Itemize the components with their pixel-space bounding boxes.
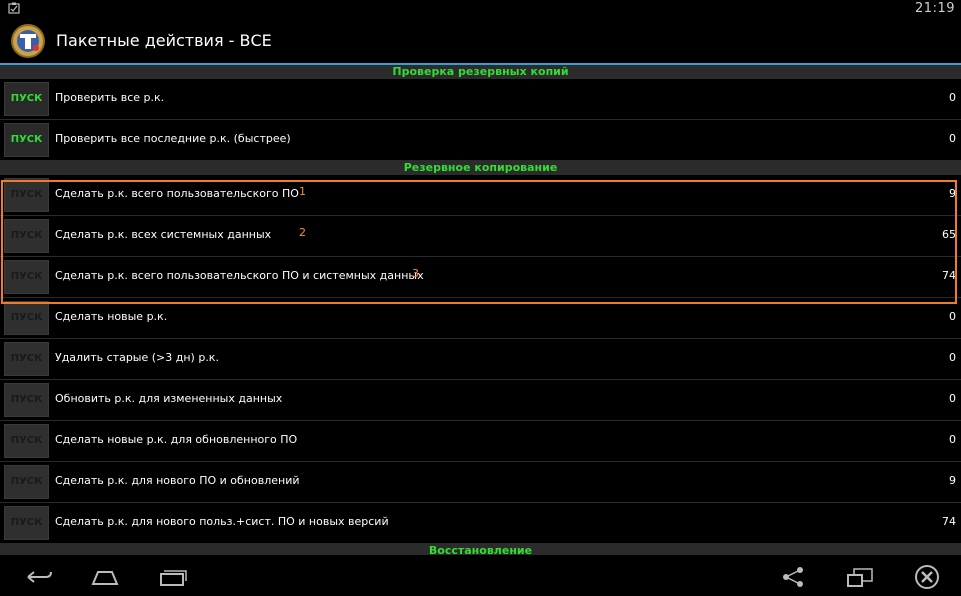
item-count: 0 <box>949 433 956 446</box>
annotation-number: 2 <box>299 226 306 239</box>
app-logo-icon[interactable] <box>10 23 46 59</box>
item-label: Сделать р.к. всего пользовательского ПО <box>55 187 299 200</box>
batch-actions-list[interactable]: Проверка резервных копий ПУСК Проверить … <box>0 65 961 555</box>
item-label: Сделать новые р.к. <box>55 310 168 323</box>
action-bar: Пакетные действия - ВСЕ <box>0 18 961 65</box>
list-item[interactable]: ПУСК Проверить все последние р.к. (быстр… <box>0 120 961 161</box>
list-item[interactable]: ПУСК Сделать р.к. всего пользовательског… <box>0 257 961 298</box>
list-item[interactable]: ПУСК Проверить все р.к. 0 <box>0 79 961 120</box>
item-label: Сделать р.к. всего пользовательского ПО … <box>55 269 424 282</box>
item-count: 74 <box>942 515 956 528</box>
list-item[interactable]: ПУСК Сделать новые р.к. для обновленного… <box>0 421 961 462</box>
section-header-verify: Проверка резервных копий <box>0 65 961 79</box>
item-count: 0 <box>949 91 956 104</box>
run-button[interactable]: ПУСК <box>4 301 49 335</box>
item-count: 65 <box>942 228 956 241</box>
section-header-backup: Резервное копирование <box>0 161 961 175</box>
run-button[interactable]: ПУСК <box>4 123 49 157</box>
back-icon[interactable] <box>24 564 54 590</box>
item-label: Сделать новые р.к. для обновленного ПО <box>55 433 298 446</box>
list-item[interactable]: ПУСК Сделать р.к. для нового ПО и обновл… <box>0 462 961 503</box>
run-button[interactable]: ПУСК <box>4 82 49 116</box>
screen-mirror-icon[interactable] <box>845 564 875 590</box>
item-label: Сделать р.к. для нового ПО и обновлений <box>55 474 300 487</box>
item-count: 0 <box>949 132 956 145</box>
navigation-bar <box>0 558 961 596</box>
screen: 21:19 Пакетные действия - ВСЕ Проверка р… <box>0 0 961 596</box>
close-icon[interactable] <box>912 564 942 590</box>
page-title: Пакетные действия - ВСЕ <box>56 31 272 50</box>
run-button[interactable]: ПУСК <box>4 178 49 212</box>
status-bar: 21:19 <box>0 0 961 18</box>
list-item[interactable]: ПУСК Сделать р.к. для нового польз.+сист… <box>0 503 961 544</box>
run-button[interactable]: ПУСК <box>4 342 49 376</box>
list-item[interactable]: ПУСК Сделать новые р.к. 0 <box>0 298 961 339</box>
run-button[interactable]: ПУСК <box>4 424 49 458</box>
item-label: Проверить все последние р.к. (быстрее) <box>55 132 291 145</box>
item-count: 0 <box>949 392 956 405</box>
home-icon[interactable] <box>90 564 120 590</box>
item-count: 9 <box>949 474 956 487</box>
status-time: 21:19 <box>915 1 955 16</box>
list-item[interactable]: ПУСК Сделать р.к. всех системных данных … <box>0 216 961 257</box>
run-button[interactable]: ПУСК <box>4 506 49 540</box>
item-count: 0 <box>949 310 956 323</box>
annotation-number: 1 <box>299 185 306 198</box>
list-item[interactable]: ПУСК Обновить р.к. для измененных данных… <box>0 380 961 421</box>
run-button[interactable]: ПУСК <box>4 465 49 499</box>
item-label: Удалить старые (>3 дн) р.к. <box>55 351 219 364</box>
run-button[interactable]: ПУСК <box>4 383 49 417</box>
section-header-restore: Восстановление <box>0 544 961 555</box>
run-button[interactable]: ПУСК <box>4 219 49 253</box>
item-count: 9 <box>949 187 956 200</box>
annotation-number: 3 <box>412 267 419 280</box>
item-label: Сделать р.к. всех системных данных <box>55 228 272 241</box>
item-label: Обновить р.к. для измененных данных <box>55 392 283 405</box>
item-count: 74 <box>942 269 956 282</box>
run-button[interactable]: ПУСК <box>4 260 49 294</box>
item-label: Проверить все р.к. <box>55 91 165 104</box>
list-item[interactable]: ПУСК Сделать р.к. всего пользовательског… <box>0 175 961 216</box>
item-label: Сделать р.к. для нового польз.+сист. ПО … <box>55 515 389 528</box>
item-count: 0 <box>949 351 956 364</box>
recent-apps-icon[interactable] <box>158 564 188 590</box>
notification-icon <box>8 2 20 14</box>
list-item[interactable]: ПУСК Удалить старые (>3 дн) р.к. 0 <box>0 339 961 380</box>
share-icon[interactable] <box>778 564 808 590</box>
